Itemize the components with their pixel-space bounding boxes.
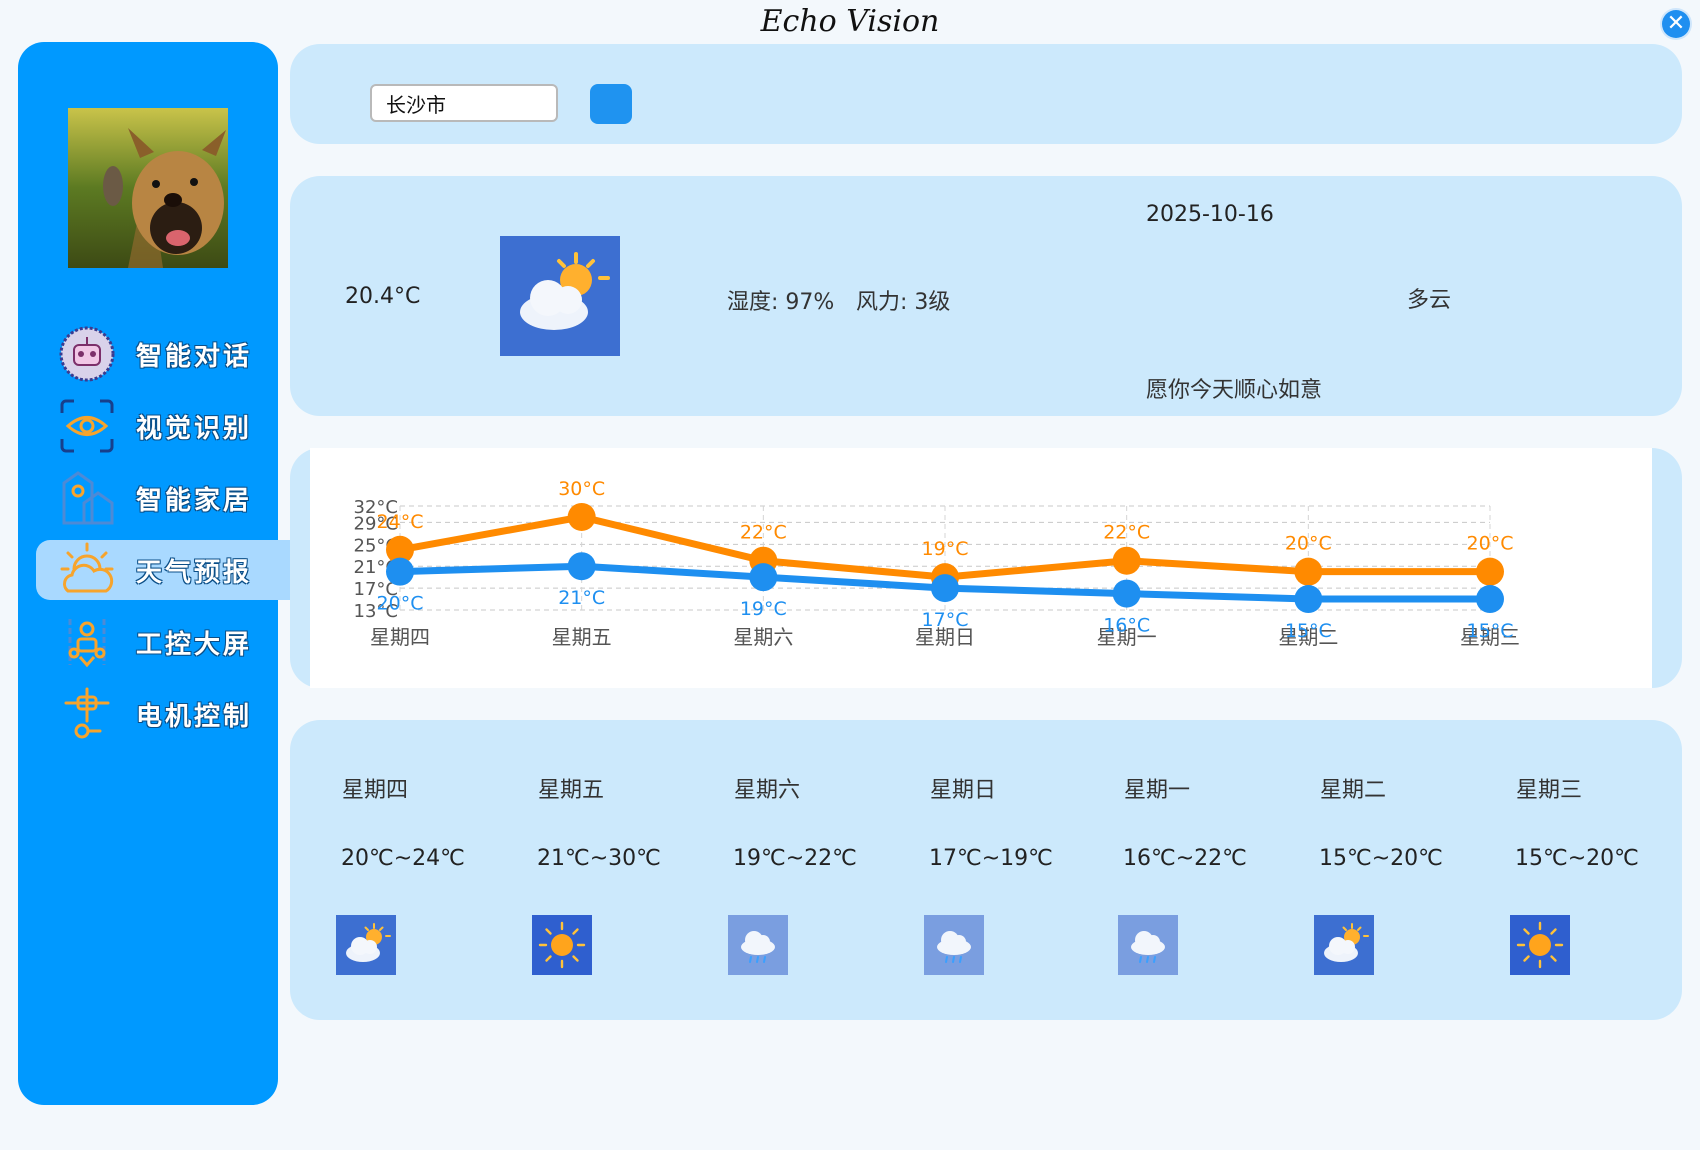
avatar <box>68 108 228 268</box>
forecast-day: 星期六 19℃~22℃ <box>728 720 888 1020</box>
low-temp-point <box>931 574 959 603</box>
sidebar-item-weather[interactable]: 天气预报 <box>36 540 294 600</box>
high-temp-label: 20°C <box>1467 533 1514 555</box>
low-temp-point <box>1112 579 1141 608</box>
sidebar-item-label: 电机控制 <box>136 701 253 732</box>
sidebar-item-label: 视觉识别 <box>136 413 253 444</box>
forecast-day: 星期日 17℃~19℃ <box>924 720 1084 1020</box>
forecast-day-name: 星期五 <box>538 778 605 803</box>
high-temp-point <box>1294 557 1323 586</box>
weather-icon <box>60 542 114 593</box>
low-temp-point <box>386 557 414 586</box>
forecast-day: 星期一 16℃~22℃ <box>1118 720 1278 1020</box>
sunny-icon <box>1510 915 1570 975</box>
search-card <box>290 44 1682 144</box>
temperature-chart-card: 13°C 17°C 21°C 25°C 29°C 32°C 星期四 星期五 星期六 星期日 星期一星… <box>290 448 1682 688</box>
sidebar-item-motor[interactable]: 电机控制 <box>36 684 294 744</box>
sunny-icon <box>532 915 592 975</box>
high-temp-label: 19°C <box>922 538 969 560</box>
app-title: Echo Vision <box>760 4 940 39</box>
low-temp-point <box>1476 585 1504 614</box>
forecast-temp-range: 16℃~22℃ <box>1123 846 1247 871</box>
forecast-day-name: 星期三 <box>1516 778 1583 803</box>
forecast-temp-range: 15℃~20℃ <box>1319 846 1443 871</box>
high-temp-label: 24°C <box>377 511 424 533</box>
low-temp-label: 15°C <box>1467 620 1514 642</box>
high-temp-label: 22°C <box>1103 522 1150 544</box>
forecast-temp-range: 21℃~30℃ <box>537 846 661 871</box>
low-temp-label: 19°C <box>740 598 787 620</box>
motor-control-icon <box>64 687 110 739</box>
forecast-temp-range: 20℃~24℃ <box>341 846 465 871</box>
low-temp-label: 16°C <box>1103 615 1150 637</box>
high-temp-point <box>1476 557 1504 586</box>
forecast-temp-range: 15℃~20℃ <box>1515 846 1639 871</box>
forecast-temp-range: 19℃~22℃ <box>733 846 857 871</box>
high-temp-label: 30°C <box>558 478 605 500</box>
chart-x-tick-label: 星期六 <box>733 625 793 649</box>
low-temp-point <box>1294 585 1323 614</box>
high-temp-label: 22°C <box>740 522 787 544</box>
forecast-day-name: 星期日 <box>930 778 997 803</box>
low-temp-point <box>749 563 778 592</box>
partly-cloudy-icon <box>1314 915 1374 975</box>
chart-x-tick-label: 星期五 <box>552 625 612 649</box>
forecast-day-name: 星期二 <box>1320 778 1387 803</box>
today-weather-card: 20.4°C 湿度: 97% 风力: 3级 2025-10-16 多云 愿你今天… <box>290 176 1682 416</box>
high-temp-point <box>567 502 596 531</box>
forecast-day: 星期二 15℃~20℃ <box>1314 720 1474 1020</box>
chart-area: 13°C 17°C 21°C 25°C 29°C 32°C 星期四 星期五 星期六 星期日 星期一星… <box>310 448 1652 688</box>
high-temp-point <box>1112 546 1141 575</box>
rain-cloud-icon <box>1118 915 1178 975</box>
partly-cloudy-icon <box>336 915 396 975</box>
current-temperature: 20.4°C <box>345 284 421 309</box>
low-temp-label: 15°C <box>1285 620 1332 642</box>
sidebar-item-label: 工控大屏 <box>136 629 253 660</box>
forecast-day: 星期五 21℃~30℃ <box>532 720 692 1020</box>
forecast-temp-range: 17℃~19℃ <box>929 846 1053 871</box>
high-temp-label: 20°C <box>1285 533 1332 555</box>
sidebar-item-label: 天气预报 <box>136 557 253 588</box>
temperature-line-chart: 13°C17°C21°C25°C29°C32°C星期四 星期五 星期六 星期日 星期一星… <box>354 478 1520 649</box>
low-temp-label: 20°C <box>377 593 424 615</box>
sidebar-item-chat[interactable]: 智能对话 <box>36 324 294 384</box>
rain-cloud-icon <box>924 915 984 975</box>
humidity-text: 湿度: 97% <box>727 290 835 315</box>
industrial-screen-icon <box>68 619 106 668</box>
robot-chat-icon <box>59 326 115 382</box>
sidebar: 智能对话 视觉识别 智能家居 天气预报 工控大屏 电机控制 <box>18 42 294 1105</box>
forecast-day: 星期三 15℃~20℃ <box>1510 720 1670 1020</box>
sidebar-item-smarthome[interactable]: 智能家居 <box>36 468 294 528</box>
partly-cloudy-icon <box>500 236 620 356</box>
date-text: 2025-10-16 <box>1146 202 1274 227</box>
eye-scan-icon <box>60 399 114 453</box>
forecast-day-name: 星期一 <box>1124 778 1191 803</box>
forecast-day-name: 星期四 <box>342 778 409 803</box>
close-button[interactable]: ✕ <box>1662 10 1690 38</box>
sidebar-item-industrial[interactable]: 工控大屏 <box>36 612 294 672</box>
rain-cloud-icon <box>728 915 788 975</box>
wish-text: 愿你今天顺心如意 <box>1146 378 1323 403</box>
week-forecast-card: 星期四 20℃~24℃ 星期五 21℃~30℃ 星期六 19℃~22℃ 星期日 … <box>290 720 1682 1020</box>
wind-text: 风力: 3级 <box>856 290 951 315</box>
low-temp-label: 21°C <box>558 587 605 609</box>
sidebar-item-label: 智能对话 <box>136 341 253 372</box>
city-search-input[interactable] <box>370 84 558 122</box>
condition-text: 多云 <box>1407 288 1452 313</box>
forecast-day-name: 星期六 <box>734 778 801 803</box>
avatar-dog-image <box>68 108 228 268</box>
search-button[interactable] <box>590 84 632 124</box>
low-temp-point <box>567 552 596 581</box>
low-temp-label: 17°C <box>922 609 969 631</box>
sidebar-item-label: 智能家居 <box>136 485 253 516</box>
chart-x-tick-label: 星期四 <box>370 625 430 649</box>
sidebar-item-vision[interactable]: 视觉识别 <box>36 396 294 456</box>
forecast-day: 星期四 20℃~24℃ <box>336 720 496 1020</box>
smart-home-icon <box>62 471 114 525</box>
